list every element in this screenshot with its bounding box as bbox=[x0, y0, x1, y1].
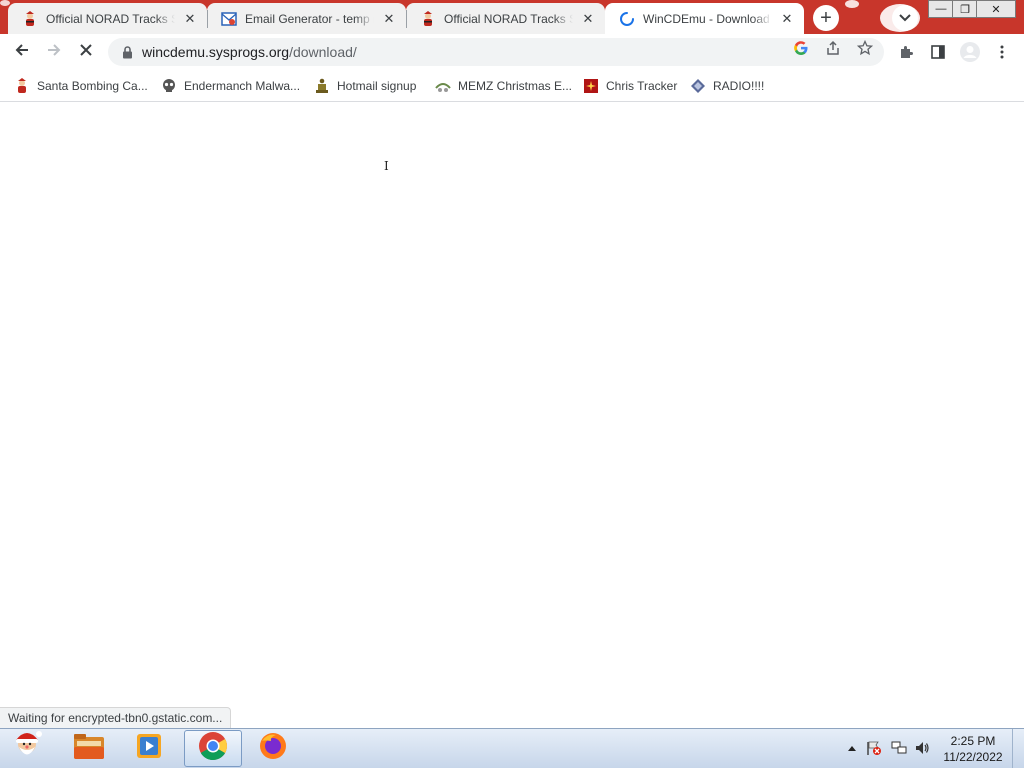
bookmark-label: Chris Tracker bbox=[606, 79, 678, 93]
taskbar-chrome[interactable] bbox=[184, 730, 242, 767]
tab-norad-2[interactable]: Official NORAD Tracks Santa ✕ bbox=[406, 3, 605, 34]
extensions-icon[interactable] bbox=[895, 41, 917, 63]
restore-button[interactable]: ❐ bbox=[952, 0, 978, 18]
windows-taskbar: 2:25 PM 11/22/2022 bbox=[0, 728, 1024, 768]
santa-icon bbox=[22, 10, 38, 27]
system-clock[interactable]: 2:25 PM 11/22/2022 bbox=[938, 733, 1008, 765]
bookmark-label: Endermanch Malwa... bbox=[184, 79, 301, 93]
santa-start-icon bbox=[8, 728, 46, 768]
santa-icon bbox=[420, 10, 436, 27]
tab-email-generator[interactable]: Email Generator - temp mail ✕ bbox=[207, 3, 406, 34]
start-button[interactable] bbox=[0, 730, 54, 767]
bookmark-memz-christmas[interactable]: MEMZ Christmas E... bbox=[435, 75, 572, 97]
arrow-right-icon bbox=[46, 42, 62, 63]
show-hidden-icons-button[interactable] bbox=[843, 739, 861, 757]
bookmark-label: RADIO!!!! bbox=[713, 79, 765, 93]
bookmark-santa-bombing[interactable]: Santa Bombing Ca... bbox=[14, 75, 148, 97]
figure-icon bbox=[314, 78, 330, 94]
new-tab-button[interactable]: + bbox=[813, 5, 839, 31]
stop-loading-button[interactable] bbox=[72, 38, 100, 66]
tab-wincdemu-active[interactable]: WinCDEmu - Download ✕ bbox=[605, 3, 804, 34]
memz-icon bbox=[435, 78, 451, 94]
tab-title: Official NORAD Tracks Santa bbox=[46, 11, 175, 26]
google-lens-icon[interactable] bbox=[793, 40, 809, 56]
show-desktop-button[interactable] bbox=[1012, 729, 1024, 768]
close-icon bbox=[79, 43, 93, 62]
url-path: /download/ bbox=[289, 44, 357, 60]
bookmark-hotmail-signup[interactable]: Hotmail signup bbox=[314, 75, 416, 97]
skull-icon bbox=[161, 78, 177, 94]
back-button[interactable] bbox=[8, 38, 36, 66]
taskbar-firefox[interactable] bbox=[244, 730, 302, 767]
side-panel-icon[interactable] bbox=[927, 41, 949, 63]
address-bar[interactable]: wincdemu.sysprogs.org/download/ bbox=[108, 38, 884, 66]
menu-kebab-icon[interactable] bbox=[991, 41, 1013, 63]
close-tab-icon[interactable]: ✕ bbox=[181, 10, 199, 28]
bookmark-label: Santa Bombing Ca... bbox=[37, 79, 148, 93]
minimize-button[interactable]: — bbox=[928, 0, 954, 18]
tab-separator bbox=[406, 10, 407, 28]
clock-time: 2:25 PM bbox=[950, 734, 996, 748]
page-content: I bbox=[0, 103, 1024, 728]
chevron-up-icon bbox=[848, 742, 856, 754]
chrome-icon bbox=[198, 731, 228, 766]
browser-toolbar: wincdemu.sysprogs.org/download/ bbox=[0, 34, 1024, 70]
tab-title: Email Generator - temp mail bbox=[245, 11, 374, 26]
taskbar-media-player[interactable] bbox=[120, 730, 178, 767]
loading-spinner-icon bbox=[619, 11, 635, 27]
snow-decoration bbox=[0, 0, 10, 6]
file-explorer-icon bbox=[72, 731, 106, 766]
tracker-icon bbox=[583, 78, 599, 94]
bookmarks-bar: Santa Bombing Ca... Endermanch Malwa... … bbox=[0, 70, 1024, 102]
lock-icon[interactable] bbox=[120, 45, 134, 59]
bookmark-endermanch[interactable]: Endermanch Malwa... bbox=[161, 75, 300, 97]
close-tab-icon[interactable]: ✕ bbox=[380, 10, 398, 28]
action-center-flag-icon[interactable] bbox=[865, 739, 883, 757]
media-player-icon bbox=[134, 731, 164, 766]
bookmark-label: MEMZ Christmas E... bbox=[458, 79, 573, 93]
email-generator-icon bbox=[221, 11, 237, 27]
tab-norad-1[interactable]: Official NORAD Tracks Santa ✕ bbox=[8, 3, 207, 34]
status-bubble: Waiting for encrypted-tbn0.gstatic.com..… bbox=[0, 707, 232, 728]
close-tab-icon[interactable]: ✕ bbox=[579, 10, 597, 28]
arrow-left-icon bbox=[14, 42, 30, 63]
share-icon[interactable] bbox=[825, 40, 841, 56]
close-window-button[interactable]: ✕ bbox=[976, 0, 1016, 18]
chevron-down-icon bbox=[899, 11, 911, 25]
radio-icon bbox=[690, 78, 706, 94]
taskbar-file-explorer[interactable] bbox=[60, 730, 118, 767]
bookmark-label: Hotmail signup bbox=[337, 79, 417, 93]
clock-date: 11/22/2022 bbox=[943, 750, 1003, 764]
network-icon[interactable] bbox=[890, 739, 908, 757]
tab-strip: Official NORAD Tracks Santa ✕ Email Gene… bbox=[0, 0, 1024, 34]
url-host: wincdemu.sysprogs.org bbox=[142, 44, 290, 60]
tab-title: WinCDEmu - Download bbox=[643, 11, 770, 26]
profile-avatar[interactable] bbox=[959, 41, 981, 63]
volume-icon[interactable] bbox=[913, 739, 931, 757]
close-tab-icon[interactable]: ✕ bbox=[778, 10, 796, 28]
snow-decoration bbox=[845, 0, 859, 8]
bookmark-radio[interactable]: RADIO!!!! bbox=[690, 75, 764, 97]
bookmark-star-icon[interactable] bbox=[857, 40, 873, 56]
tab-separator bbox=[207, 10, 208, 28]
text-cursor-icon: I bbox=[384, 159, 389, 173]
santa-icon bbox=[14, 78, 30, 94]
firefox-icon bbox=[258, 731, 288, 766]
forward-button[interactable] bbox=[40, 38, 68, 66]
tab-title: Official NORAD Tracks Santa bbox=[444, 11, 573, 26]
url-text: wincdemu.sysprogs.org/download/ bbox=[142, 44, 357, 60]
bookmark-chris-tracker[interactable]: Chris Tracker bbox=[583, 75, 677, 97]
tab-search-button[interactable] bbox=[892, 5, 918, 31]
